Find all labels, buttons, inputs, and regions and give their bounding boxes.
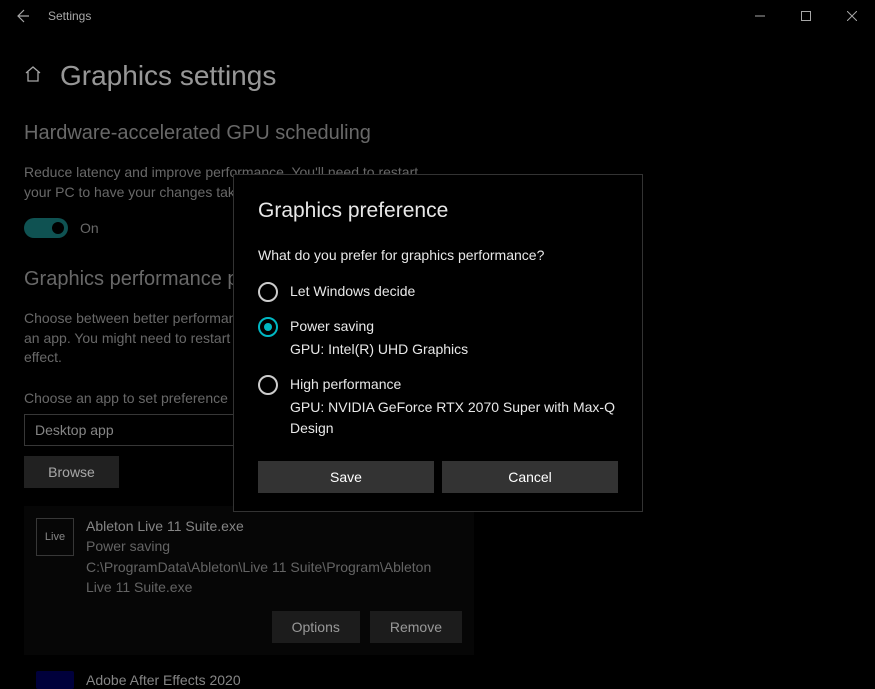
app-name: Ableton Live 11 Suite.exe: [86, 516, 446, 536]
home-icon[interactable]: [24, 65, 42, 88]
radio-label-power-saving: Power saving: [290, 318, 374, 334]
graphics-preference-dialog: Graphics preference What do you prefer f…: [233, 174, 643, 512]
back-button[interactable]: [0, 0, 44, 32]
radio-sub-power-saving: GPU: Intel(R) UHD Graphics: [290, 337, 468, 360]
radio-high-performance[interactable]: [258, 375, 278, 395]
radio-power-saving[interactable]: [258, 317, 278, 337]
app-entry: Live Ableton Live 11 Suite.exe Power sav…: [24, 506, 474, 655]
hw-gpu-scheduling-heading: Hardware-accelerated GPU scheduling: [24, 122, 851, 145]
after-effects-icon: [36, 671, 74, 689]
app-type-value: Desktop app: [35, 422, 114, 438]
save-button[interactable]: Save: [258, 461, 434, 493]
dialog-question: What do you prefer for graphics performa…: [258, 247, 618, 263]
toggle-state-label: On: [80, 220, 99, 236]
radio-sub-high-perf: GPU: NVIDIA GeForce RTX 2070 Super with …: [290, 395, 618, 439]
browse-button[interactable]: Browse: [24, 456, 119, 488]
radio-let-windows-decide[interactable]: [258, 282, 278, 302]
app-icon: Live: [36, 518, 74, 556]
maximize-button[interactable]: [783, 0, 829, 32]
app-path: C:\ProgramData\Ableton\Live 11 Suite\Pro…: [86, 557, 446, 598]
cancel-button[interactable]: Cancel: [442, 461, 618, 493]
app-pref: Power saving: [86, 536, 446, 556]
app-entry-next[interactable]: Adobe After Effects 2020: [24, 671, 851, 689]
close-button[interactable]: [829, 0, 875, 32]
options-button[interactable]: Options: [272, 611, 360, 643]
remove-button[interactable]: Remove: [370, 611, 462, 643]
dialog-title: Graphics preference: [258, 199, 618, 223]
title-bar: Settings: [0, 0, 875, 32]
radio-label-high-perf: High performance: [290, 376, 401, 392]
window-title: Settings: [44, 9, 91, 23]
next-app-name: Adobe After Effects 2020: [86, 672, 241, 688]
page-title: Graphics settings: [60, 60, 276, 92]
hw-gpu-scheduling-toggle[interactable]: [24, 218, 68, 238]
minimize-button[interactable]: [737, 0, 783, 32]
radio-label-windows: Let Windows decide: [290, 283, 415, 299]
